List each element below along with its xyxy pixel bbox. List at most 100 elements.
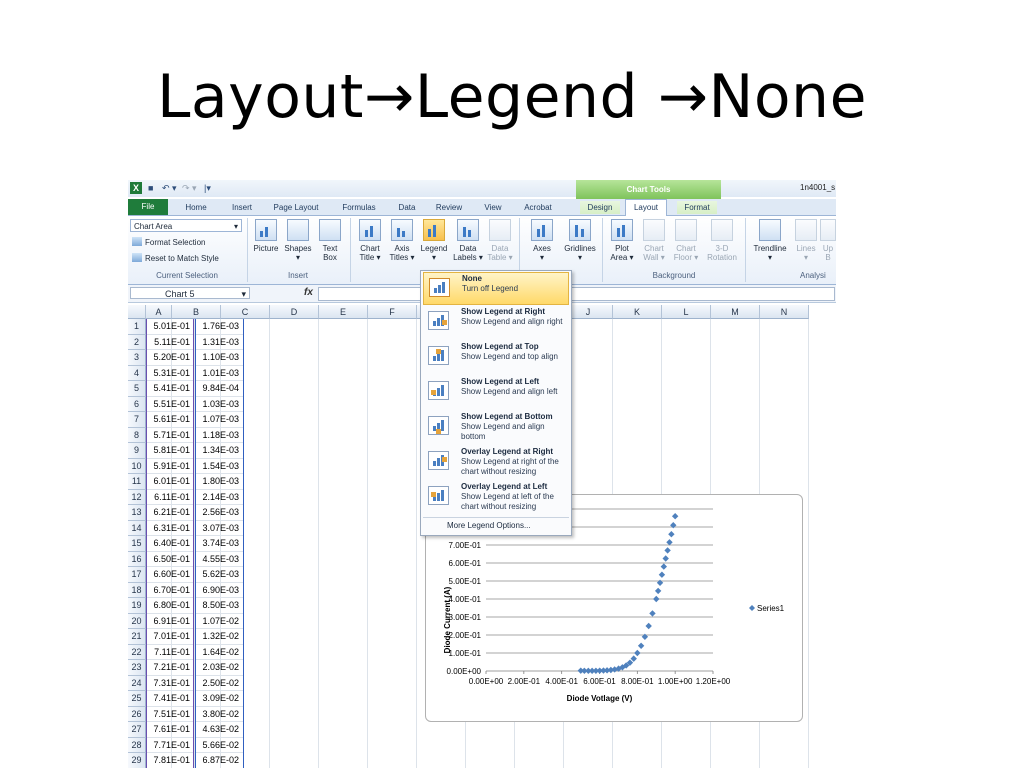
row-header[interactable]: 14 bbox=[128, 520, 146, 536]
column-header[interactable]: B bbox=[172, 305, 221, 319]
data-point bbox=[649, 610, 656, 617]
row-header[interactable]: 19 bbox=[128, 598, 146, 614]
legend-option-show-legend-at-top[interactable]: Show Legend at Top Show Legend and top al… bbox=[423, 341, 569, 374]
tab-review[interactable]: Review bbox=[430, 201, 468, 214]
legend-option-overlay-legend-at-left[interactable]: Overlay Legend at Left Show Legend at lef… bbox=[423, 481, 569, 514]
column-header[interactable]: E bbox=[319, 305, 368, 319]
format-selection-button[interactable]: Format Selection bbox=[132, 237, 205, 247]
group-label-current-selection: Current Selection bbox=[156, 271, 218, 280]
data-labels-label-2: Labels ▾ bbox=[453, 253, 483, 262]
row-header[interactable]: 20 bbox=[128, 613, 146, 629]
column-header[interactable]: M bbox=[711, 305, 760, 319]
axes-button[interactable]: Axes ▾ bbox=[526, 219, 558, 262]
tab-formulas[interactable]: Formulas bbox=[336, 201, 382, 214]
reset-to-match-style-button[interactable]: Reset to Match Style bbox=[132, 253, 219, 263]
tab-format[interactable]: Format bbox=[677, 201, 717, 214]
row-header[interactable]: 17 bbox=[128, 567, 146, 583]
data-labels-button[interactable]: Data Labels ▾ bbox=[452, 219, 484, 262]
row-header[interactable]: 1 bbox=[128, 319, 146, 335]
up-down-bars-button[interactable]: Up B bbox=[818, 219, 836, 262]
y-tick-label: 7.00E-01 bbox=[449, 541, 482, 550]
tab-layout[interactable]: Layout bbox=[625, 199, 667, 216]
legend-option-show-legend-at-right[interactable]: Show Legend at Right Show Legend and alig… bbox=[423, 306, 569, 339]
text-box-label-2: Box bbox=[323, 253, 337, 262]
row-header[interactable]: 12 bbox=[128, 489, 146, 505]
column-header[interactable]: K bbox=[613, 305, 662, 319]
row-header[interactable]: 4 bbox=[128, 365, 146, 381]
tab-data[interactable]: Data bbox=[392, 201, 422, 214]
tab-acrobat[interactable]: Acrobat bbox=[518, 201, 558, 214]
text-box-button[interactable]: Text Box bbox=[314, 219, 346, 262]
undo-icon[interactable]: ↶ ▾ bbox=[162, 183, 177, 194]
legend-icon bbox=[423, 219, 445, 241]
more-legend-options-item[interactable]: More Legend Options... bbox=[447, 521, 531, 530]
column-header[interactable]: D bbox=[270, 305, 319, 319]
chevron-down-icon: ▾ bbox=[233, 222, 238, 231]
name-box[interactable]: Chart 5 ▾ bbox=[130, 287, 250, 299]
shapes-button[interactable]: Shapes ▾ bbox=[282, 219, 314, 262]
save-icon[interactable]: ■ bbox=[148, 183, 153, 193]
picture-button[interactable]: Picture bbox=[250, 219, 282, 253]
column-header[interactable]: L bbox=[662, 305, 711, 319]
gridlines-button[interactable]: Gridlines ▾ bbox=[562, 219, 598, 262]
axes-icon bbox=[531, 219, 553, 241]
row-header[interactable]: 24 bbox=[128, 675, 146, 691]
row-header[interactable]: 8 bbox=[128, 427, 146, 443]
row-header[interactable]: 29 bbox=[128, 753, 146, 768]
x-tick-label: 4.00E-01 bbox=[545, 677, 578, 686]
legend-option-show-legend-at-bottom[interactable]: Show Legend at Bottom Show Legend and ali… bbox=[423, 411, 569, 444]
row-header[interactable]: 10 bbox=[128, 458, 146, 474]
y-tick-label: 5.00E-01 bbox=[449, 577, 482, 586]
column-header[interactable]: A bbox=[146, 305, 172, 319]
tab-page-layout[interactable]: Page Layout bbox=[268, 201, 324, 214]
insert-function-icon[interactable]: fx bbox=[304, 287, 313, 298]
data-point bbox=[641, 633, 649, 640]
row-header[interactable]: 27 bbox=[128, 722, 146, 738]
row-header[interactable]: 13 bbox=[128, 505, 146, 521]
trendline-button[interactable]: Trendline ▾ bbox=[750, 219, 790, 262]
chart-floor-button[interactable]: Chart Floor ▾ bbox=[670, 219, 702, 262]
select-all-corner[interactable] bbox=[128, 305, 146, 319]
formula-input[interactable] bbox=[318, 287, 835, 301]
row-header[interactable]: 22 bbox=[128, 644, 146, 660]
legend-option-description: Show Legend and top align bbox=[461, 352, 558, 361]
row-header[interactable]: 7 bbox=[128, 412, 146, 428]
redo-icon[interactable]: ↷ ▾ bbox=[182, 183, 197, 194]
row-header[interactable]: 11 bbox=[128, 474, 146, 490]
x-tick-label: 6.00E-01 bbox=[583, 677, 616, 686]
row-header[interactable]: 6 bbox=[128, 396, 146, 412]
plot-area-button[interactable]: Plot Area ▾ bbox=[606, 219, 638, 262]
legend-option-none[interactable]: None Turn off Legend bbox=[423, 272, 569, 305]
column-header[interactable]: N bbox=[760, 305, 809, 319]
row-header[interactable]: 23 bbox=[128, 660, 146, 676]
row-header[interactable]: 3 bbox=[128, 350, 146, 366]
row-header[interactable]: 18 bbox=[128, 582, 146, 598]
row-header[interactable]: 21 bbox=[128, 629, 146, 645]
chart-wall-button[interactable]: Chart Wall ▾ bbox=[638, 219, 670, 262]
tab-file[interactable]: File bbox=[128, 199, 168, 215]
row-header[interactable]: 5 bbox=[128, 381, 146, 397]
row-header[interactable]: 28 bbox=[128, 737, 146, 753]
tab-insert[interactable]: Insert bbox=[223, 201, 261, 214]
legend-option-overlay-legend-at-right[interactable]: Overlay Legend at Right Show Legend at ri… bbox=[423, 446, 569, 479]
tab-view[interactable]: View bbox=[478, 201, 508, 214]
chart-element-combo[interactable]: Chart Area ▾ bbox=[130, 219, 242, 232]
data-table-button[interactable]: Data Table ▾ bbox=[484, 219, 516, 262]
row-header[interactable]: 16 bbox=[128, 551, 146, 567]
column-header[interactable]: F bbox=[368, 305, 417, 319]
row-header[interactable]: 2 bbox=[128, 334, 146, 350]
row-header[interactable]: 25 bbox=[128, 691, 146, 707]
column-header[interactable]: C bbox=[221, 305, 270, 319]
row-header[interactable]: 15 bbox=[128, 536, 146, 552]
row-header[interactable]: 9 bbox=[128, 443, 146, 459]
tab-home[interactable]: Home bbox=[176, 201, 216, 214]
legend-button[interactable]: Legend ▾ bbox=[418, 219, 450, 262]
legend-option-show-legend-at-left[interactable]: Show Legend at Left Show Legend and align… bbox=[423, 376, 569, 409]
legend-none-icon bbox=[429, 278, 450, 297]
3d-rotation-button[interactable]: 3-D Rotation bbox=[704, 219, 740, 262]
customize-qat-icon[interactable]: |▾ bbox=[204, 183, 211, 194]
tab-design[interactable]: Design bbox=[580, 201, 620, 214]
chart-title-button[interactable]: Chart Title ▾ bbox=[354, 219, 386, 262]
row-header[interactable]: 26 bbox=[128, 706, 146, 722]
axis-titles-button[interactable]: Axis Titles ▾ bbox=[386, 219, 418, 262]
